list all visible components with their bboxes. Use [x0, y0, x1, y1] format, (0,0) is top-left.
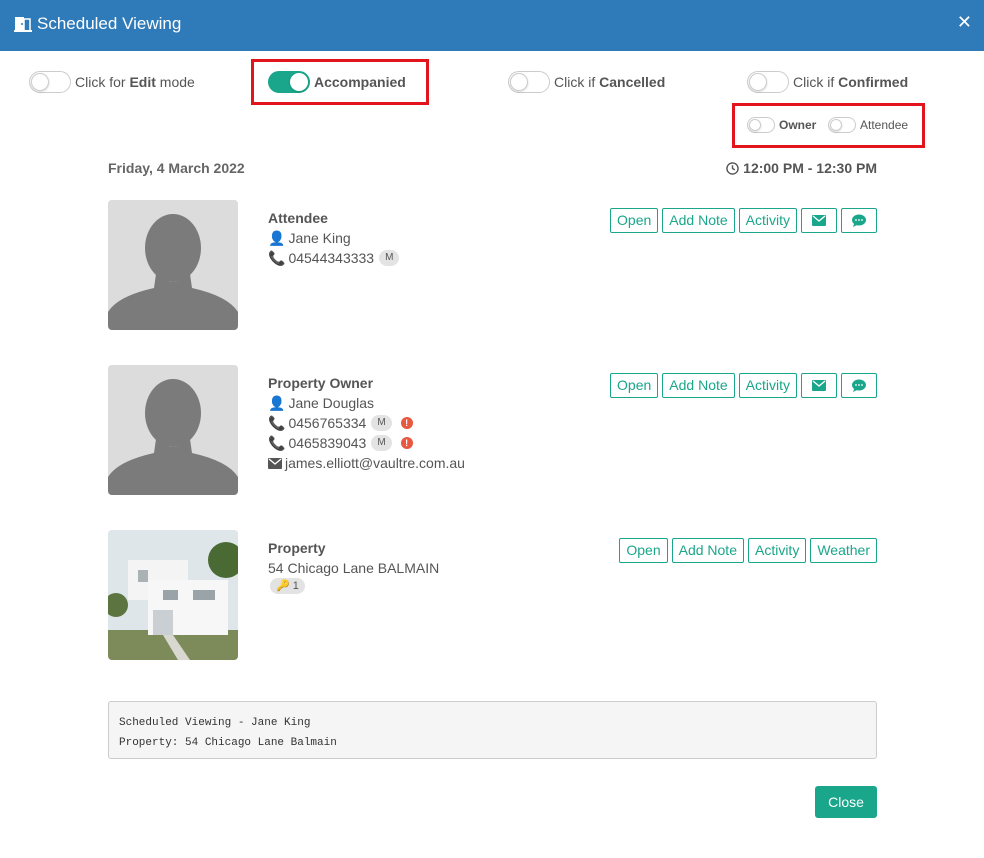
person-silhouette-icon — [108, 200, 238, 330]
attendee-info: Attendee 👤 Jane King 📞 04544343333 M — [268, 208, 400, 268]
property-photo — [108, 530, 238, 660]
attendee-email-button[interactable] — [801, 208, 837, 233]
sms-icon — [852, 214, 866, 227]
key-icon: 🔑 — [276, 580, 290, 592]
viewing-notes[interactable]: Scheduled Viewing - Jane King Property: … — [108, 701, 877, 759]
mobile-badge: M — [371, 415, 392, 431]
dialog-title: Scheduled Viewing — [37, 14, 182, 33]
confirmed-switch[interactable] — [747, 71, 789, 93]
viewing-date: Friday, 4 March 2022 — [108, 160, 245, 176]
attendee-avatar — [108, 200, 238, 330]
cancelled-label: Click if Cancelled — [554, 74, 666, 90]
key-badge: 🔑 1 — [270, 578, 305, 594]
owner-phone1-row: 📞 0456765334 M ! — [268, 413, 465, 433]
property-info: Property 54 Chicago Lane BALMAIN 🔑 1 — [268, 538, 439, 594]
phone-icon: 📞 — [268, 250, 286, 266]
confirmed-label: Click if Confirmed — [793, 74, 909, 90]
owner-name-row: 👤 Jane Douglas — [268, 393, 465, 413]
attendee-activity-button[interactable]: Activity — [738, 208, 797, 233]
attendee-name-row: 👤 Jane King — [268, 228, 399, 248]
mobile-badge: M — [379, 250, 400, 266]
owner-switch[interactable] — [747, 117, 775, 133]
envelope-icon — [268, 457, 282, 469]
attendee-switch[interactable] — [828, 117, 856, 133]
viewing-time: 12:00 PM - 12:30 PM — [726, 160, 877, 176]
edit-mode-switch[interactable] — [29, 71, 71, 93]
owner-info: Property Owner 👤 Jane Douglas 📞 04567653… — [268, 373, 465, 473]
sms-icon — [852, 379, 866, 392]
owner-activity-button[interactable]: Activity — [738, 373, 797, 398]
user-icon: 👤 — [268, 230, 286, 246]
key-count: 1 — [292, 580, 299, 592]
attendee-label: Attendee — [860, 118, 909, 132]
owner-phone1[interactable]: 0456765334 — [288, 413, 366, 433]
property-activity-button[interactable]: Activity — [747, 538, 807, 563]
accompanied-switch[interactable] — [268, 71, 310, 93]
property-heading: Property — [268, 540, 326, 556]
house-photo — [108, 530, 238, 660]
owner-actions: Open Add Note Activity — [610, 373, 877, 398]
owner-label: Owner — [779, 118, 817, 132]
notes-line-1: Scheduled Viewing - Jane King — [119, 717, 311, 729]
attendee-phone-row: 📞 04544343333 M — [268, 248, 400, 268]
property-card: Property 54 Chicago Lane BALMAIN 🔑 1 Ope… — [108, 530, 877, 660]
attendee-phone[interactable]: 04544343333 — [288, 248, 374, 268]
owner-heading: Property Owner — [268, 375, 374, 391]
mobile-badge: M — [371, 435, 392, 451]
close-button[interactable]: Close — [815, 786, 877, 818]
door-icon — [14, 17, 32, 32]
owner-sms-button[interactable] — [841, 373, 877, 398]
owner-open-button[interactable]: Open — [610, 373, 659, 398]
envelope-icon — [812, 380, 826, 391]
person-silhouette-icon — [108, 365, 238, 495]
property-keys-row: 🔑 1 — [268, 578, 439, 594]
property-address[interactable]: 54 Chicago Lane BALMAIN — [268, 558, 439, 578]
warning-icon: ! — [400, 417, 413, 429]
owner-phone2-row: 📞 0465839043 M ! — [268, 433, 465, 453]
warning-icon: ! — [400, 437, 413, 449]
owner-email-row: james.elliott@vaultre.com.au — [268, 453, 465, 473]
attendee-toggle[interactable]: Attendee — [828, 117, 908, 133]
owner-card: Property Owner 👤 Jane Douglas 📞 04567653… — [108, 365, 877, 495]
attendee-card: Attendee 👤 Jane King 📞 04544343333 M Ope… — [108, 200, 877, 330]
owner-email[interactable]: james.elliott@vaultre.com.au — [285, 453, 465, 473]
close-icon[interactable]: ✕ — [957, 12, 972, 33]
property-actions: Open Add Note Activity Weather — [619, 538, 877, 563]
user-icon: 👤 — [268, 395, 286, 411]
owner-avatar — [108, 365, 238, 495]
envelope-icon — [812, 215, 826, 226]
attendee-open-button[interactable]: Open — [610, 208, 659, 233]
phone-icon: 📞 — [268, 415, 286, 431]
cancelled-toggle[interactable]: Click if Cancelled — [508, 71, 665, 93]
property-add-note-button[interactable]: Add Note — [671, 538, 744, 563]
attendee-add-note-button[interactable]: Add Note — [662, 208, 735, 233]
confirmed-toggle[interactable]: Click if Confirmed — [747, 71, 908, 93]
owner-name[interactable]: Jane Douglas — [288, 393, 374, 413]
owner-email-button[interactable] — [801, 373, 837, 398]
attendee-name[interactable]: Jane King — [288, 228, 350, 248]
attendee-actions: Open Add Note Activity — [610, 208, 877, 233]
cancelled-switch[interactable] — [508, 71, 550, 93]
dialog-header: Scheduled Viewing ✕ — [0, 0, 984, 51]
attendee-sms-button[interactable] — [841, 208, 877, 233]
phone-icon: 📞 — [268, 435, 286, 451]
accompanied-toggle[interactable]: Accompanied — [268, 71, 406, 93]
property-weather-button[interactable]: Weather — [810, 538, 877, 563]
owner-phone2[interactable]: 0465839043 — [288, 433, 366, 453]
owner-add-note-button[interactable]: Add Note — [662, 373, 735, 398]
notes-line-2: Property: 54 Chicago Lane Balmain — [119, 737, 337, 749]
edit-mode-label: Click for Edit mode — [75, 74, 195, 90]
owner-toggle[interactable]: Owner — [747, 117, 816, 133]
attendee-heading: Attendee — [268, 210, 328, 226]
accompanied-label: Accompanied — [314, 74, 406, 90]
clock-icon — [726, 161, 739, 175]
property-open-button[interactable]: Open — [619, 538, 668, 563]
edit-mode-toggle[interactable]: Click for Edit mode — [29, 71, 195, 93]
